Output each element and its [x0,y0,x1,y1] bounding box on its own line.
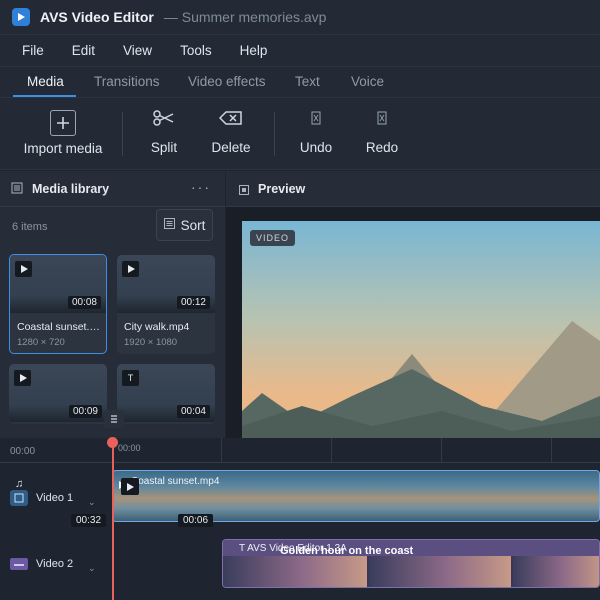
media-thumbnail: 00:09 [9,364,107,422]
media-thumbnail: T 00:04 [117,364,215,422]
media-item-video[interactable]: 00:09 [9,364,107,424]
clip-thumbnail-strip [223,556,367,587]
media-name: City walk.mp4 [124,321,190,333]
timeline-ruler[interactable]: 00:00 00:00 [0,438,600,463]
media-library-panel: Media library ··· 6 items Sort 00:08 Coa… [0,171,225,438]
media-name: Coastal sunset.mp4 [17,321,101,333]
media-item-coastal-sunset[interactable]: 00:08 Coastal sunset.mp4 1280 × 720 [9,254,107,354]
toolbar-divider [122,112,123,156]
timeline: 00:00 00:00 ♫ Video 1 ⌄ Video 2 ⌄ Coasta… [0,410,600,600]
media-resolution: 1280 × 720 [17,337,65,348]
scissors-icon [153,98,175,138]
menu-help[interactable]: Help [240,43,268,58]
toolbar-divider [274,112,275,156]
play-icon [15,261,32,277]
media-thumbnail: 00:08 [10,255,106,313]
redo-icon [377,98,387,138]
title-bar: AVS Video Editor — Summer memories.avp [0,0,600,34]
redo-label: Redo [365,140,399,155]
sort-icon [163,216,175,234]
media-duration: 00:08 [67,296,101,309]
split-label: Split [150,140,178,155]
active-tab-indicator [13,95,76,97]
clip-thumbnail-strip [513,556,599,587]
music-note-icon: ♫ [15,478,24,490]
tab-transitions[interactable]: Transitions [94,67,160,98]
play-icon [122,261,139,277]
media-resolution: 1920 × 1080 [124,337,178,348]
list-icon [11,181,23,199]
ruler-tick [441,438,442,463]
items-count: 6 items [12,221,48,233]
ruler-tick [551,438,552,463]
import-media-label: Import media [23,141,103,156]
tab-video-effects[interactable]: Video effects [188,67,266,98]
preview-icon [239,182,249,200]
menu-bar: File Edit View Tools Help [0,34,600,66]
toolbar: Import media Split Delete Undo Redo [0,98,600,170]
media-item-text[interactable]: T 00:04 [117,364,215,424]
playhead-handle[interactable] [107,437,118,448]
plus-icon [50,110,76,136]
ruler-tick [221,438,222,463]
delete-button[interactable]: Delete [208,98,254,170]
tab-text[interactable]: Text [295,67,320,98]
playhead-marker-icon[interactable] [104,410,124,428]
media-duration: 00:12 [176,296,210,309]
menu-file[interactable]: File [22,43,44,58]
track-header-video-2[interactable]: Video 2 ⌄ [0,530,111,596]
delete-label: Delete [211,140,251,155]
undo-label: Undo [299,140,333,155]
media-thumbnail: 00:12 [117,255,215,313]
play-icon [14,370,31,386]
undo-icon [311,98,321,138]
media-duration: 00:09 [68,405,102,418]
preview-scene [242,221,600,438]
preview-frame[interactable]: VIDEO [242,221,600,438]
app-name: AVS Video Editor [40,9,154,25]
split-button[interactable]: Split [146,98,182,170]
menu-view[interactable]: View [123,43,152,58]
ruler-time-start: 00:00 [10,446,36,457]
clip-label: Coastal sunset.mp4 [131,476,220,487]
tab-media[interactable]: Media [27,67,64,98]
caption-text: Golden hour on the coast [280,545,414,557]
document-title: — Summer memories.avp [163,9,327,25]
more-options-icon[interactable]: ··· [191,179,211,195]
track-name: Video 1 [36,492,74,504]
undo-button[interactable]: Undo [296,98,336,170]
text-type-icon: T [122,370,139,386]
redo-button[interactable]: Redo [362,98,402,170]
import-media-button[interactable]: Import media [22,98,104,170]
sort-label: Sort [180,217,206,233]
media-duration: 00:04 [176,405,210,418]
media-library-header: Media library ··· [0,171,225,207]
preview-header: Preview [226,171,600,207]
tab-voice[interactable]: Voice [351,67,384,98]
sort-button[interactable]: Sort [156,209,213,241]
menu-tools[interactable]: Tools [180,43,212,58]
preview-title: Preview [258,182,306,196]
app-logo-icon [12,8,30,26]
playhead[interactable] [112,438,114,600]
tab-bar: Media Transitions Video effects Text Voi… [0,66,600,98]
media-library-title: Media library [32,182,110,196]
ruler-time: 00:00 [118,443,141,453]
media-item-city-walk[interactable]: 00:12 City walk.mp4 1920 × 1080 [117,255,215,354]
clip-play-button[interactable] [121,478,139,495]
chevron-down-icon[interactable]: ⌄ [88,497,96,508]
video-badge: VIDEO [250,230,296,246]
menu-edit[interactable]: Edit [72,43,95,58]
ruler-tick [331,438,332,463]
track-name: Video 2 [36,558,74,570]
clip-thumbnail-strip [369,556,511,587]
track-duration: 00:32 [71,514,107,527]
chevron-down-icon[interactable]: ⌄ [88,563,96,574]
preview-panel: Preview VIDEO [226,171,600,438]
clip-duration: 00:06 [178,514,214,527]
text-track-icon [10,558,28,570]
video-track-icon [10,490,28,506]
backspace-icon [219,98,243,138]
